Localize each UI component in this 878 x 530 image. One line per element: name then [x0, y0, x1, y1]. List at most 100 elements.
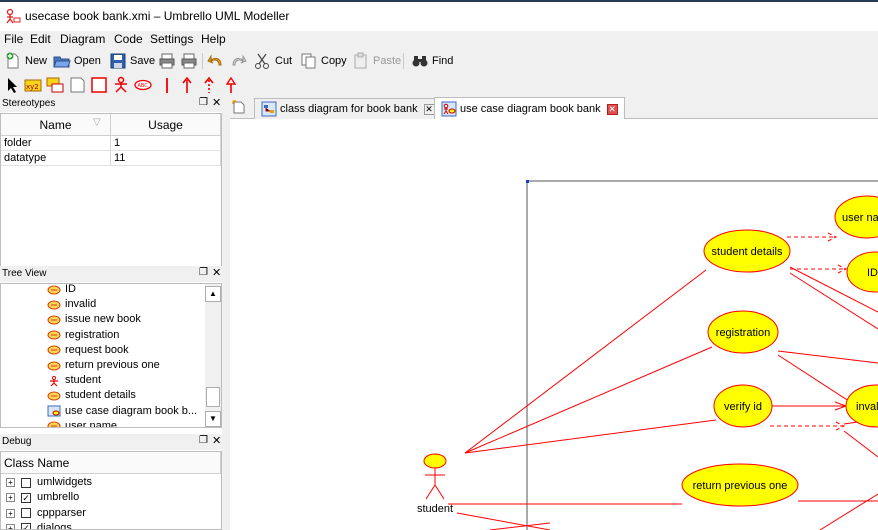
redo-icon[interactable] [229, 51, 247, 71]
association-tool-icon[interactable] [158, 76, 176, 94]
usecase-tool-icon[interactable]: ABC [134, 76, 152, 94]
stereotype-name-cell[interactable]: datatype [1, 151, 111, 166]
menu-settings[interactable]: Settings [150, 32, 193, 46]
usecase-id-label: ID [867, 267, 878, 279]
usecase-user-name[interactable]: user name [834, 195, 878, 239]
debug-checkbox[interactable] [21, 477, 31, 488]
tree-scrollbar[interactable]: ▲ ▼ [205, 284, 221, 427]
usecase-verify-id[interactable]: verify id [713, 384, 773, 428]
actor-student-label: student [417, 503, 453, 515]
stereotypes-panel-title-bar: Stereotypes ❐ ✕ [0, 96, 222, 112]
expand-icon[interactable]: + [6, 508, 15, 518]
expand-icon[interactable]: + [6, 478, 15, 487]
print-preview-icon[interactable] [180, 51, 198, 71]
usecase-id[interactable]: ID [846, 251, 878, 293]
float-panel-icon[interactable]: ❐ [199, 435, 208, 446]
save-button[interactable]: Save [109, 51, 155, 71]
note-icon[interactable] [68, 76, 86, 94]
expand-icon[interactable]: + [6, 493, 15, 503]
menu-diagram[interactable]: Diagram [60, 32, 105, 46]
column-header-name[interactable]: Name ▽ [1, 114, 111, 136]
tree-view-title-bar: Tree View ❐ ✕ [0, 266, 222, 282]
copy-icon [301, 53, 316, 69]
usecase-return-previous-one[interactable]: return previous one [681, 463, 799, 507]
usecase-student-details[interactable]: student details [703, 229, 791, 273]
debug-class-row[interactable]: + cppparser [6, 506, 86, 521]
undo-icon[interactable] [207, 51, 225, 71]
usecase-icon [47, 421, 65, 427]
debug-class-row[interactable]: + umlwidgets [6, 475, 92, 490]
debug-checkbox[interactable]: ✓ [21, 492, 31, 503]
print-icon[interactable] [158, 51, 176, 71]
select-arrow-icon[interactable] [4, 76, 22, 94]
directed-association-icon[interactable] [178, 76, 196, 94]
tree-item[interactable]: registration [47, 328, 119, 343]
open-label: Open [74, 55, 101, 67]
tab-class-diagram[interactable]: class diagram for book bank ✕ [254, 98, 442, 119]
tree-item[interactable]: use case diagram book b... [47, 404, 197, 419]
new-button[interactable]: New [4, 51, 47, 71]
debug-class-row[interactable]: + ✓ dialogs [6, 521, 72, 530]
tab-close-icon[interactable]: ✕ [423, 103, 435, 115]
tree-item[interactable]: issue new book [47, 312, 141, 327]
tree-view-panel: Tree View ❐ ✕ ID invalid issue new book reg… [0, 266, 222, 434]
usecase-user-name-label: user name [842, 212, 878, 224]
paste-button[interactable]: Paste [352, 51, 401, 71]
tab-class-diagram-label: class diagram for book bank [280, 103, 418, 115]
tab-use-case-diagram[interactable]: use case diagram book bank ✕ [434, 97, 625, 120]
float-panel-icon[interactable]: ❐ [199, 97, 208, 108]
tree-item-label: issue new book [65, 313, 141, 326]
usecase-return-previous-one-label: return previous one [693, 480, 788, 492]
svg-text:xy2: xy2 [26, 83, 39, 91]
tree-item[interactable]: invalid [47, 297, 96, 312]
usecase-invalid[interactable]: invalid [845, 384, 878, 428]
actor-student[interactable]: student [417, 453, 453, 515]
box-icon[interactable] [90, 76, 108, 94]
tree-item[interactable]: student details [47, 388, 136, 403]
debug-class-label: dialogs [37, 521, 72, 530]
open-button[interactable]: Open [53, 51, 101, 71]
menu-file[interactable]: File [4, 32, 23, 46]
menu-edit[interactable]: Edit [30, 32, 51, 46]
generalization-tool-icon[interactable] [222, 76, 240, 94]
close-panel-icon[interactable]: ✕ [212, 266, 221, 279]
find-button[interactable]: Find [411, 51, 453, 71]
tree-item[interactable]: request book [47, 343, 129, 358]
dock-splitter[interactable] [222, 96, 230, 530]
scroll-down-icon[interactable]: ▼ [205, 411, 221, 427]
stereotype-name-cell[interactable]: folder [1, 136, 111, 151]
tree-item[interactable]: user name [47, 419, 117, 427]
float-panel-icon[interactable]: ❐ [199, 267, 208, 278]
class-name-header-label: Class Name [4, 456, 70, 470]
tab-close-icon[interactable]: ✕ [606, 103, 618, 115]
dependency-tool-icon[interactable] [200, 76, 218, 94]
usecase-registration[interactable]: registration [707, 310, 779, 354]
stereotype-usage-cell[interactable]: 11 [111, 151, 221, 166]
menu-code[interactable]: Code [114, 32, 143, 46]
text-box-icon[interactable] [46, 76, 64, 94]
menu-help[interactable]: Help [201, 32, 226, 46]
column-header-usage[interactable]: Usage [111, 114, 221, 136]
class-name-header[interactable]: Class Name [1, 452, 221, 474]
scroll-up-icon[interactable]: ▲ [205, 286, 221, 302]
stereotype-usage-cell[interactable]: 1 [111, 136, 221, 151]
note-xyz-icon[interactable]: xy2 [24, 76, 42, 94]
diagram-canvas[interactable]: user name student details ID registratio… [230, 119, 878, 530]
debug-class-row[interactable]: + ✓ umbrello [6, 490, 79, 505]
debug-checkbox[interactable] [21, 508, 31, 519]
scroll-thumb[interactable] [206, 387, 220, 407]
debug-checkbox[interactable]: ✓ [21, 523, 31, 529]
find-label: Find [432, 55, 454, 67]
tree-item[interactable]: return previous one [47, 358, 160, 373]
expand-icon[interactable]: + [6, 523, 15, 529]
tree-item[interactable]: ID [47, 284, 76, 297]
new-file-icon [6, 52, 19, 69]
cut-button[interactable]: Cut [254, 51, 292, 71]
new-tab-icon[interactable] [232, 100, 246, 114]
close-panel-icon[interactable]: ✕ [212, 96, 221, 109]
tree-item[interactable]: student [47, 373, 101, 388]
actor-tool-icon[interactable] [112, 76, 130, 94]
folder-open-icon [53, 56, 71, 68]
copy-button[interactable]: Copy [300, 51, 347, 71]
close-panel-icon[interactable]: ✕ [212, 434, 221, 447]
